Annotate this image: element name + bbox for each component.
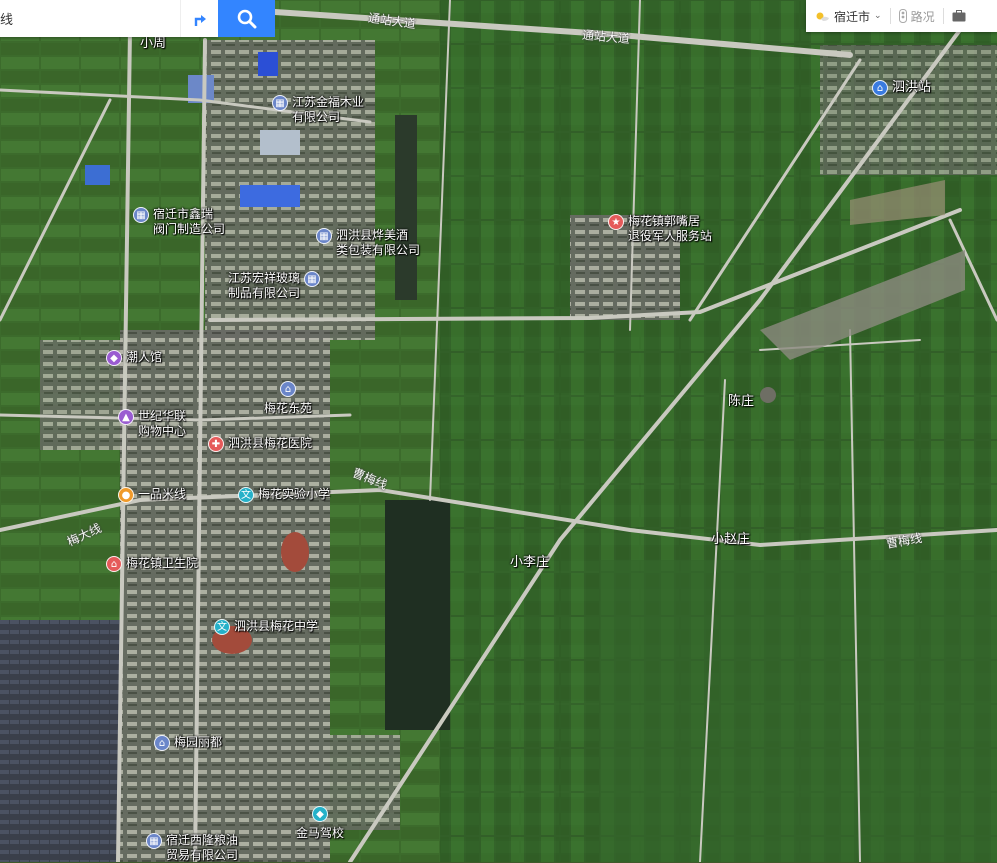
poi-meihua-middle-school[interactable]: 文泗洪县梅花中学 xyxy=(214,619,318,635)
poi-label: 江苏金福木业 有限公司 xyxy=(292,95,365,124)
search-box xyxy=(0,0,218,37)
poi-label: 江苏宏祥玻璃 制品有限公司 xyxy=(228,271,301,300)
shopping-bag-icon: ◆ xyxy=(106,350,122,366)
poi-xinrui-valve[interactable]: ▦ 宿迁市鑫瑞 阀门制造公司 xyxy=(133,207,225,237)
poi-label: 梅花实验小学 xyxy=(258,487,331,501)
building-icon: ▦ xyxy=(316,228,332,244)
chevron-down-icon: ⌄ xyxy=(874,11,882,21)
search-input[interactable] xyxy=(0,0,180,37)
poi-label: 泗洪县梅花中学 xyxy=(234,619,319,633)
poi-meihua-clinic[interactable]: ⌂ 梅花镇卫生院 xyxy=(106,556,198,572)
food-bowl-icon: ● xyxy=(118,487,134,503)
place-label-chenzhuang: 陈庄 xyxy=(728,394,755,409)
poi-label: 梅花镇郭嘴居 退役军人服务站 xyxy=(628,214,713,243)
shopping-cart-icon: ▲ xyxy=(118,409,134,425)
poi-label: 宿迁西隆粮油 贸易有限公司 xyxy=(166,833,239,862)
poi-jinfu-wood[interactable]: ▦ 江苏金福木业 有限公司 xyxy=(272,95,364,125)
poi-label: 梅花东苑 xyxy=(264,401,313,415)
poi-label: 一品米线 xyxy=(138,487,187,501)
poi-jinma-driving-school[interactable]: ◆ 金马驾校 xyxy=(296,806,344,841)
residence-icon: ⌂ xyxy=(280,381,296,397)
service-station-icon: ★ xyxy=(608,214,624,230)
map-toolbar: 宿迁市 ⌄ 路况 xyxy=(806,0,997,32)
poi-shiji-hualian[interactable]: ▲ 世纪华联 购物中心 xyxy=(118,409,186,439)
place-label-xiaolizhuang: 小李庄 xyxy=(510,555,550,570)
hospital-cross-icon: ✚ xyxy=(208,436,224,452)
station-icon: ⌂ xyxy=(872,80,888,96)
poi-meihua-dongyuan[interactable]: ⌂ 梅花东苑 xyxy=(264,381,312,416)
poi-meihua-primary-school[interactable]: 文梅花实验小学 xyxy=(238,487,330,503)
school-icon: 文 xyxy=(238,487,254,503)
clinic-icon: ⌂ xyxy=(106,556,122,572)
poi-meihua-hospital[interactable]: ✚ 泗洪县梅花医院 xyxy=(208,436,312,452)
city-selector[interactable]: 宿迁市 ⌄ xyxy=(806,0,890,32)
route-button[interactable] xyxy=(180,0,219,37)
route-arrow-icon xyxy=(194,14,206,26)
poi-label: 泗洪县梅花医院 xyxy=(228,436,313,450)
poi-veterans-service-station[interactable]: ★ 梅花镇郭嘴居 退役军人服务站 xyxy=(608,214,712,244)
poi-label: 梅花镇卫生院 xyxy=(126,556,199,570)
poi-yemei-packaging[interactable]: ▦ 泗洪县烨美酒 类包装有限公司 xyxy=(316,228,420,258)
search-button[interactable] xyxy=(218,0,275,37)
poi-label: 宿迁市鑫瑞 阀门制造公司 xyxy=(153,207,226,236)
building-icon: ▦ xyxy=(133,207,149,223)
driving-school-icon: ◆ xyxy=(312,806,328,822)
building-icon: ▦ xyxy=(272,95,288,111)
search-icon xyxy=(237,9,256,28)
traffic-light-icon xyxy=(898,9,907,23)
poi-sihong-station[interactable]: ⌂ 泗洪站 xyxy=(872,80,931,96)
poi-chaorenguan[interactable]: ◆ 潮人馆 xyxy=(106,350,162,366)
toolbox-icon xyxy=(952,10,966,22)
poi-label: 潮人馆 xyxy=(126,350,163,364)
traffic-toggle[interactable]: 路况 xyxy=(891,0,943,32)
residence-icon: ⌂ xyxy=(154,735,170,751)
poi-label: 泗洪站 xyxy=(892,80,932,95)
poi-hongxiang-glass[interactable]: ▦ 江苏宏祥玻璃 制品有限公司 xyxy=(228,271,321,301)
poi-yipin-mixian[interactable]: ● 一品米线 xyxy=(118,487,186,503)
building-icon: ▦ xyxy=(146,833,162,849)
building-icon: ▦ xyxy=(304,271,321,287)
poi-label: 梅园丽都 xyxy=(174,735,223,749)
place-label-xiaozhaozhuang: 小赵庄 xyxy=(711,532,751,547)
toolbox-button[interactable] xyxy=(944,0,974,32)
poi-xilong-grain[interactable]: ▦ 宿迁西隆粮油 贸易有限公司 xyxy=(146,833,238,863)
weather-sun-icon xyxy=(816,12,829,21)
poi-label: 世纪华联 购物中心 xyxy=(138,409,187,438)
poi-label: 泗洪县烨美酒 类包装有限公司 xyxy=(336,228,421,257)
city-name: 宿迁市 xyxy=(834,9,871,24)
poi-label: 金马驾校 xyxy=(296,826,345,840)
traffic-label: 路况 xyxy=(910,9,935,24)
school-icon: 文 xyxy=(214,619,230,635)
poi-meiyuan-lidu[interactable]: ⌂ 梅园丽都 xyxy=(154,735,222,751)
